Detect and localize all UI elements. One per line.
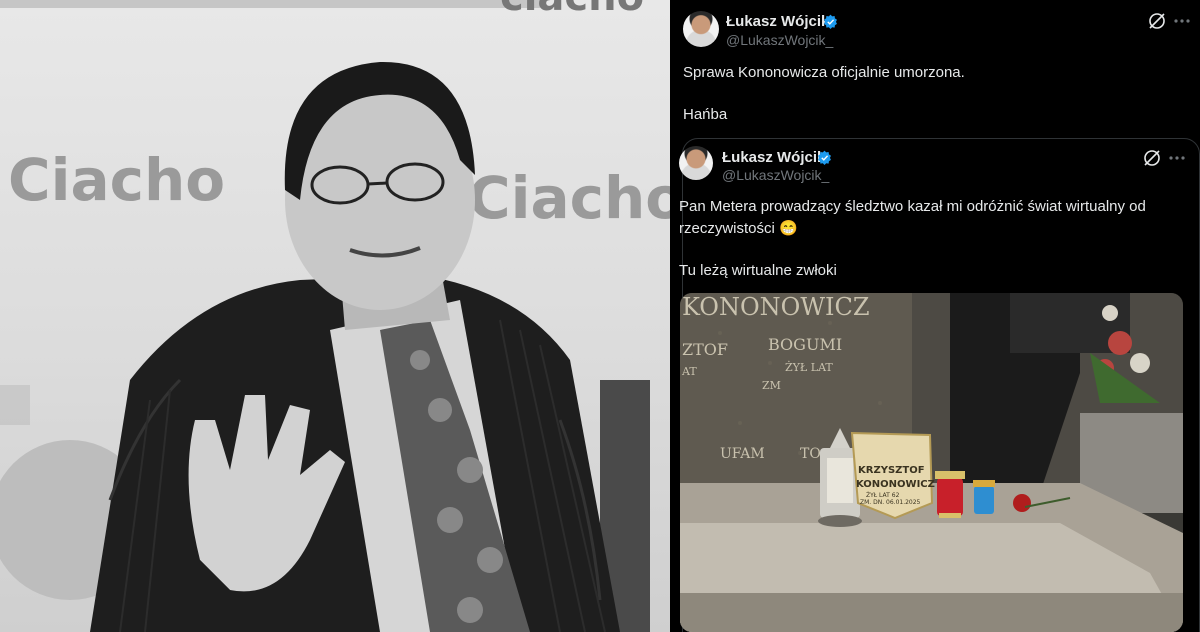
inscription-motto-1: UFAM (720, 446, 765, 462)
quoted-grok-icon[interactable] (1142, 148, 1162, 168)
blue-candle (973, 480, 995, 514)
quoted-author-handle[interactable]: @LukaszWojcik_ (722, 167, 829, 183)
backdrop-logo-right: Ciacho (468, 164, 670, 232)
inscription-second: BOGUMI (768, 335, 842, 354)
tweet-text-line-1: Sprawa Kononowicza oficjalnie umorzona. (683, 64, 965, 81)
quoted-verified-badge-icon (818, 150, 831, 165)
quoted-text-line-3: Tu leżą wirtualne zwłoki (679, 262, 837, 279)
name-plaque: KRZYSZTOF KONONOWICZ ŻYŁ LAT 62 ZM. DN. … (850, 431, 935, 520)
grok-icon[interactable] (1147, 11, 1167, 31)
more-options-icon[interactable] (1172, 11, 1192, 31)
left-photo: Ciacho Ciacho ciacho (0, 0, 670, 632)
inscription-third: ŻYŁ LAT (785, 360, 833, 374)
red-candle (935, 471, 965, 518)
quoted-text-line-2: rzeczywistości 😁 (679, 220, 798, 237)
author-handle[interactable]: @LukaszWojcik_ (726, 32, 833, 48)
plaque-line-1: KRZYSZTOF (858, 465, 925, 476)
author-avatar[interactable] (683, 11, 719, 47)
tweet-text-line-2: Hańba (683, 106, 728, 123)
plaque-line-4: ZM. DN. 06.01.2025 (860, 499, 921, 506)
verified-badge-icon (824, 14, 837, 29)
quoted-more-options-icon[interactable] (1167, 148, 1187, 168)
inscription-first: ZTOF (682, 340, 728, 359)
author-name[interactable]: Łukasz Wójcik (726, 13, 829, 30)
grave-photo[interactable]: KONONOWICZ ZTOF BOGUMI AT ŻYŁ LAT ZM UFA… (680, 293, 1183, 632)
man-waving-illustration: Ciacho Ciacho ciacho (0, 0, 670, 632)
quoted-author-avatar[interactable] (679, 146, 713, 180)
backdrop-logo-left: Ciacho (8, 146, 225, 214)
plaque-line-3: ŻYŁ LAT 62 (866, 492, 900, 499)
quoted-text-line-1: Pan Metera prowadzący śledztwo kazał mi … (679, 198, 1146, 215)
plaque-line-2: KONONOWICZ (856, 479, 935, 490)
inscription-motto-2: TO (800, 446, 821, 462)
inscription-fifth: AT (681, 365, 697, 378)
inscription-fourth: ZM (762, 379, 781, 392)
grave-illustration: KONONOWICZ ZTOF BOGUMI AT ŻYŁ LAT ZM UFA… (680, 293, 1183, 632)
quoted-author-name[interactable]: Łukasz Wójcik (722, 149, 825, 166)
inscription-surname: KONONOWICZ (682, 293, 870, 321)
svg-text:ciacho: ciacho (500, 0, 644, 20)
